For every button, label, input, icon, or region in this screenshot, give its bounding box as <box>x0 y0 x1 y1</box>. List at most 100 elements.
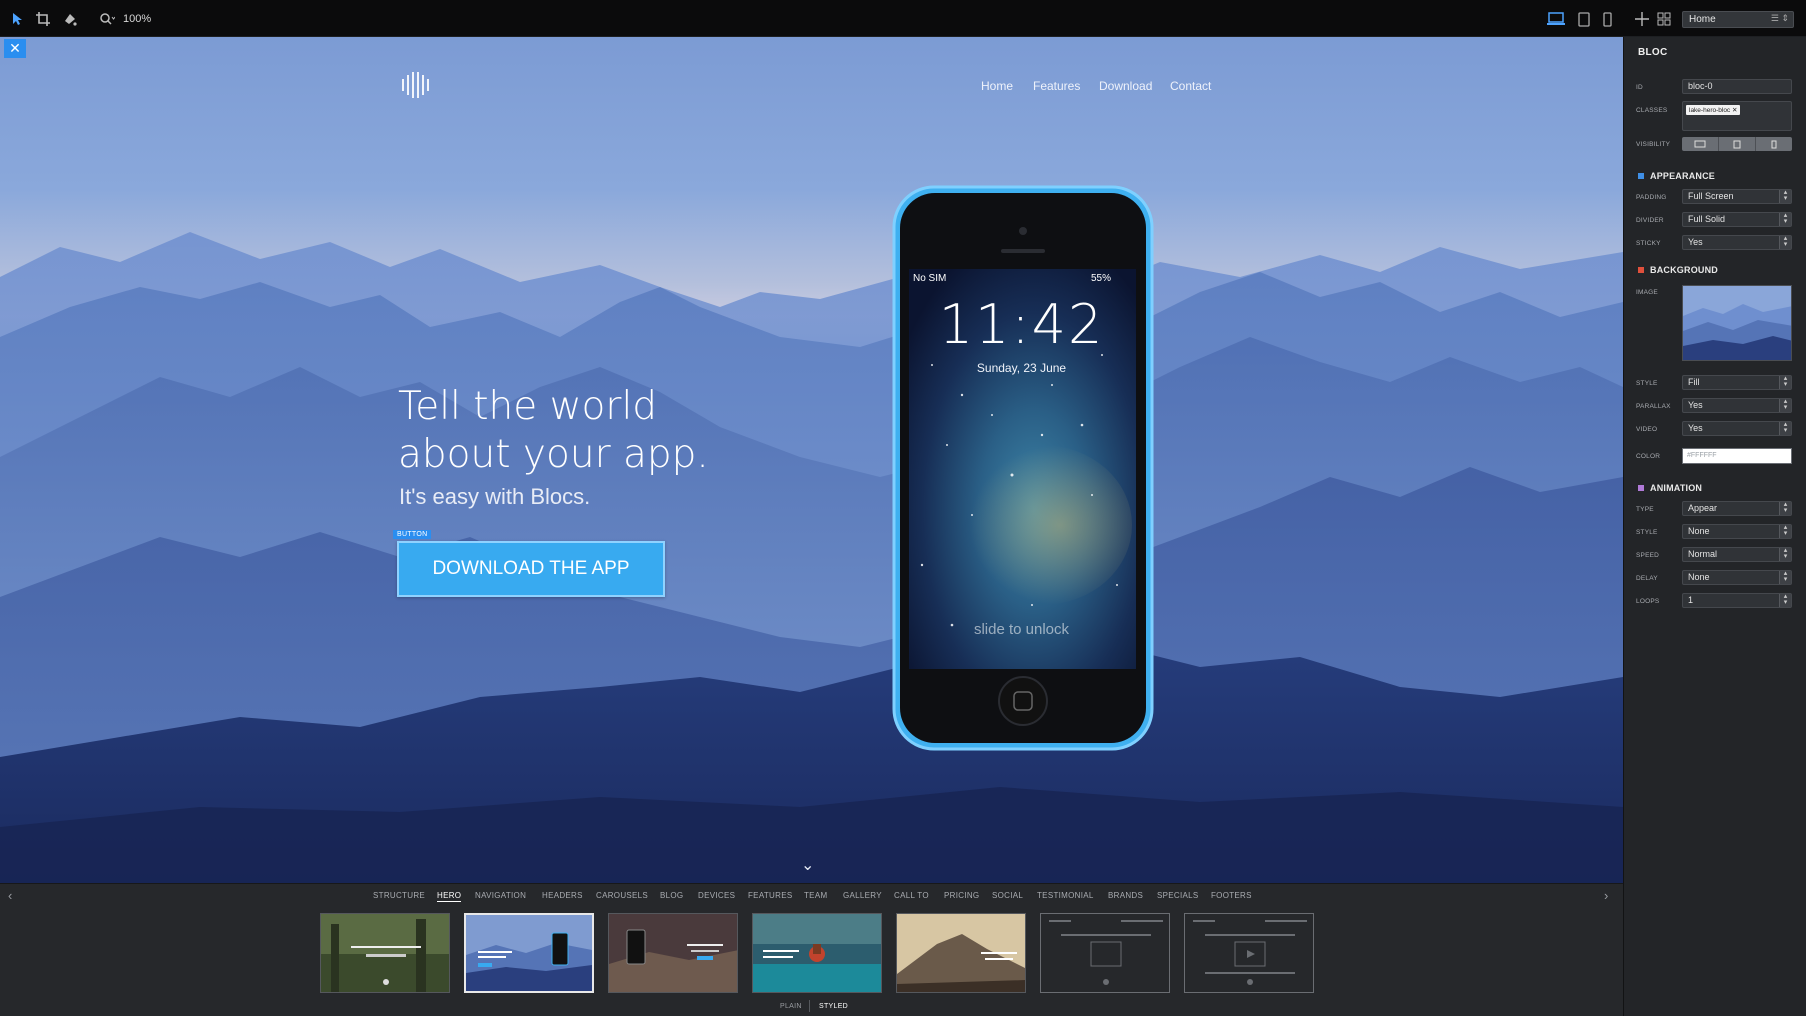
sticky-label: STICKY <box>1636 240 1661 247</box>
divider-value: Full Solid <box>1688 214 1726 224</box>
background-image-thumbnail[interactable] <box>1682 285 1792 361</box>
view-plain-toggle[interactable]: PLAIN <box>780 1003 802 1010</box>
sticky-select[interactable]: Yes ▴ ▾ <box>1682 235 1792 250</box>
nav-link-features[interactable]: Features <box>1033 79 1080 93</box>
close-icon[interactable]: ✕ <box>4 39 26 58</box>
tab-call-to[interactable]: CALL TO <box>894 891 929 900</box>
bloc-thumbnail-mountains-phone[interactable] <box>464 913 594 993</box>
video-label: VIDEO <box>1636 426 1658 433</box>
stepper-icon: ▴ ▾ <box>1779 375 1791 389</box>
tab-hero[interactable]: HERO <box>437 891 462 902</box>
top-toolbar: 100% Home ☰ ⇕ <box>0 0 1806 37</box>
phone-unlock-text: slide to unlock <box>973 621 1070 638</box>
hero-headline-line2: about your app. <box>398 432 709 477</box>
paint-icon[interactable] <box>60 9 80 29</box>
stepper-icon: ▴ ▾ <box>1779 593 1791 607</box>
visibility-tablet-icon[interactable] <box>1719 137 1756 151</box>
tab-team[interactable]: TEAM <box>804 891 827 900</box>
tab-carousels[interactable]: CAROUSELS <box>596 891 648 900</box>
page-select-value: Home <box>1689 14 1716 25</box>
video-value: Yes <box>1688 423 1703 433</box>
stepper-icon: ▴ ▾ <box>1779 235 1791 249</box>
select-arrow-icon: ☰ ⇕ <box>1770 13 1789 23</box>
nav-link-download[interactable]: Download <box>1099 79 1152 93</box>
design-canvas[interactable]: ✕ Home Features Download Contact Tell th… <box>0 37 1623 883</box>
anim-speed-select[interactable]: Normal ▴ ▾ <box>1682 547 1792 562</box>
visibility-mobile-icon[interactable] <box>1756 137 1792 151</box>
animation-title: ANIMATION <box>1650 483 1703 493</box>
mobile-icon[interactable] <box>1597 9 1617 29</box>
anim-loops-value: 1 <box>1688 595 1694 605</box>
anim-type-select[interactable]: Appear ▴ ▾ <box>1682 501 1792 516</box>
tab-pricing[interactable]: PRICING <box>944 891 979 900</box>
tab-features[interactable]: FEATURES <box>748 891 792 900</box>
view-toggle-divider <box>809 1000 810 1012</box>
anim-delay-select[interactable]: None ▴ ▾ <box>1682 570 1792 585</box>
parallax-label: PARALLAX <box>1636 403 1671 410</box>
site-logo[interactable] <box>400 69 432 106</box>
tab-devices[interactable]: DEVICES <box>698 891 735 900</box>
color-field[interactable]: #FFFFFF <box>1682 448 1792 464</box>
stepper-icon: ▴ ▾ <box>1779 212 1791 226</box>
crop-icon[interactable] <box>33 9 53 29</box>
bg-style-label: STYLE <box>1636 380 1658 387</box>
bloc-thumbnail-wireframe-1[interactable] <box>1040 913 1170 993</box>
hero-headline[interactable]: Tell the world about your app. <box>398 383 858 479</box>
tab-navigation[interactable]: NAVIGATION <box>475 891 526 900</box>
bloc-thumbnail-dark-phone[interactable] <box>608 913 738 993</box>
nav-link-contact[interactable]: Contact <box>1170 79 1211 93</box>
bg-style-value: Fill <box>1688 377 1700 387</box>
anim-loops-field[interactable]: 1 ▴ ▾ <box>1682 593 1792 608</box>
bloc-thumbnail-forest[interactable] <box>320 913 450 993</box>
padding-select[interactable]: Full Screen ▴ ▾ <box>1682 189 1792 204</box>
tab-brands[interactable]: BRANDS <box>1108 891 1143 900</box>
tab-blog[interactable]: BLOG <box>660 891 683 900</box>
divider-select[interactable]: Full Solid ▴ ▾ <box>1682 212 1792 227</box>
bloc-thumbnail-volcano[interactable] <box>896 913 1026 993</box>
id-field[interactable]: bloc-0 <box>1682 79 1792 94</box>
tab-headers[interactable]: HEADERS <box>542 891 583 900</box>
tab-footers[interactable]: FOOTERS <box>1211 891 1252 900</box>
appearance-title: APPEARANCE <box>1650 171 1716 181</box>
view-styled-toggle[interactable]: STYLED <box>819 1003 848 1010</box>
animation-marker-icon <box>1638 485 1644 491</box>
add-icon[interactable] <box>1632 9 1652 29</box>
tab-social[interactable]: SOCIAL <box>992 891 1023 900</box>
anim-style-select[interactable]: None ▴ ▾ <box>1682 524 1792 539</box>
tab-gallery[interactable]: GALLERY <box>843 891 882 900</box>
class-tag[interactable]: lake-hero-bloc ✕ <box>1686 105 1741 115</box>
nav-link-home[interactable]: Home <box>981 79 1013 93</box>
tab-testimonial[interactable]: TESTIMONIAL <box>1037 891 1094 900</box>
tab-specials[interactable]: SPECIALS <box>1157 891 1199 900</box>
visibility-desktop-icon[interactable] <box>1682 137 1719 151</box>
parallax-select[interactable]: Yes ▴ ▾ <box>1682 398 1792 413</box>
stepper-icon: ▴ ▾ <box>1779 421 1791 435</box>
grid-icon[interactable] <box>1654 9 1674 29</box>
page-select[interactable]: Home ☰ ⇕ <box>1682 11 1794 28</box>
image-label: IMAGE <box>1636 289 1658 296</box>
chevron-down-icon[interactable]: ⌄ <box>801 855 814 875</box>
bloc-library: ‹ › STRUCTURE HERO NAVIGATION HEADERS CA… <box>0 883 1623 1016</box>
stepper-icon: ▴ ▾ <box>1779 524 1791 538</box>
stepper-icon: ▴ ▾ <box>1779 398 1791 412</box>
tab-structure[interactable]: STRUCTURE <box>373 891 425 900</box>
download-app-button[interactable]: DOWNLOAD THE APP <box>397 541 665 597</box>
parallax-value: Yes <box>1688 400 1703 410</box>
video-select[interactable]: Yes ▴ ▾ <box>1682 421 1792 436</box>
class-tag-label: lake-hero-bloc <box>1689 107 1731 114</box>
zoom-icon[interactable] <box>97 9 117 29</box>
tablet-icon[interactable] <box>1574 9 1594 29</box>
pointer-icon[interactable] <box>8 9 28 29</box>
classes-field[interactable]: lake-hero-bloc ✕ <box>1682 101 1792 131</box>
background-section[interactable]: BACKGROUND <box>1638 265 1718 275</box>
bg-style-select[interactable]: Fill ▴ ▾ <box>1682 375 1792 390</box>
bloc-thumbnail-wireframe-2[interactable] <box>1184 913 1314 993</box>
desktop-icon[interactable] <box>1546 9 1566 29</box>
bloc-thumbnail-lake[interactable] <box>752 913 882 993</box>
zoom-level[interactable]: 100% <box>123 13 151 25</box>
appearance-section[interactable]: APPEARANCE <box>1638 171 1715 181</box>
animation-section[interactable]: ANIMATION <box>1638 483 1702 493</box>
phone-date: Sunday, 23 June <box>976 361 1067 375</box>
hero-subheadline[interactable]: It's easy with Blocs. <box>399 484 590 510</box>
phone-screen: No SIM 55% 11:42 Sunday, 23 June slide t… <box>909 269 1136 669</box>
